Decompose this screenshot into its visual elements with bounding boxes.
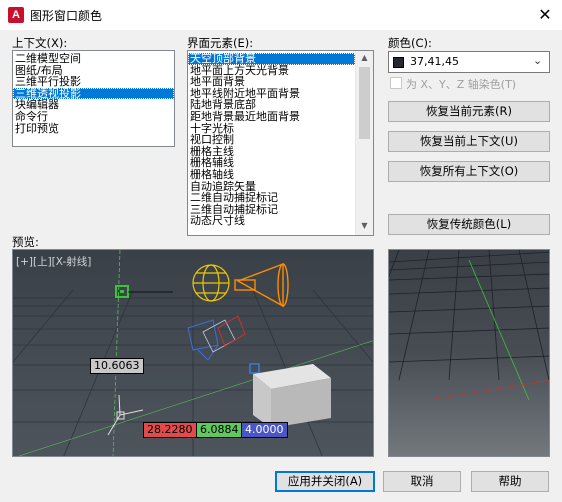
color-value: 37,41,45	[410, 55, 459, 68]
restore-classic-colors-button[interactable]: 恢复传统颜色(L)	[388, 214, 550, 235]
preview-3d-viewport: [+][上][X-射线] 10.6063 28.2280 6.0884 4.00…	[12, 249, 374, 457]
dimension-input-z: 4.0000	[241, 422, 288, 438]
restore-current-element-button[interactable]: 恢复当前元素(R)	[388, 101, 550, 122]
solid-box	[253, 364, 331, 428]
help-button[interactable]: 帮助	[471, 471, 549, 492]
interface-element-list-item[interactable]: 天空顶部背景	[188, 53, 355, 65]
context-listbox[interactable]: 二维模型空间 图纸/布局 三维平行投影 三维透视投影 块编辑器 命令行 打印预览	[12, 50, 175, 147]
chevron-down-icon: ⌄	[533, 54, 543, 67]
color-combobox[interactable]: 37,41,45 ⌄	[388, 51, 550, 73]
restore-current-context-button[interactable]: 恢复当前上下文(U)	[388, 131, 550, 152]
scroll-up-arrow-icon[interactable]: ▲	[356, 53, 373, 62]
dimension-input-x: 28.2280	[143, 422, 197, 438]
window-title: 图形窗口颜色	[30, 9, 103, 23]
context-list-item[interactable]: 二维模型空间	[13, 53, 174, 65]
color-swatch	[393, 57, 404, 68]
context-list-item[interactable]: 命令行	[13, 111, 174, 123]
globe-light-glyph	[192, 264, 230, 302]
interface-elements-list: 天空顶部背景 地平面上方天光背景 地平面背景 地平线附近地平面背景 陆地背景底部 距地背景…	[188, 53, 355, 227]
interface-element-list-item[interactable]: 二维自动捕捉标记	[188, 192, 355, 204]
color-label: 颜色(C):	[388, 36, 432, 50]
interface-element-list-item[interactable]: 栅格轴线	[188, 169, 355, 181]
preview-label: 预览:	[12, 235, 39, 249]
autocad-app-icon: A	[8, 7, 24, 23]
y-axis-line	[112, 250, 121, 456]
tint-xyz-checkbox[interactable]	[390, 77, 402, 89]
interface-elements-label: 界面元素(E):	[187, 36, 254, 50]
interface-elements-listbox[interactable]: 天空顶部背景 地平面上方天光背景 地平面背景 地平线附近地平面背景 陆地背景底部 距地背景…	[187, 50, 374, 236]
ucs-icon	[107, 394, 144, 436]
dimension-input-y: 6.0884	[196, 422, 243, 438]
perspective-preview	[388, 249, 550, 457]
scrollbar-thumb[interactable]	[359, 67, 370, 139]
viewport-controls: [+][上][X-射线]	[16, 256, 92, 268]
restore-all-contexts-button[interactable]: 恢复所有上下文(O)	[388, 161, 550, 182]
elements-scrollbar[interactable]: ▲ ▼	[355, 51, 373, 235]
apply-and-close-button[interactable]: 应用并关闭(A)	[275, 471, 375, 492]
dimension-input-1: 10.6063	[90, 358, 144, 374]
context-label: 上下文(X):	[12, 36, 68, 50]
interface-element-list-item[interactable]: 距地背景最近地面背景	[188, 111, 355, 123]
tint-xyz-label: 为 X、Y、Z 轴染色(T)	[406, 78, 517, 91]
interface-element-list-item[interactable]: 动态尺寸线	[188, 215, 355, 227]
close-icon[interactable]: ✕	[532, 3, 558, 27]
spotlight-glyph	[234, 262, 289, 308]
scroll-down-arrow-icon[interactable]: ▼	[356, 221, 373, 230]
perspective-grid	[389, 250, 549, 401]
interface-element-list-item[interactable]: 视口控制	[188, 134, 355, 146]
cancel-button[interactable]: 取消	[383, 471, 461, 492]
context-list-item[interactable]: 打印预览	[13, 123, 174, 135]
